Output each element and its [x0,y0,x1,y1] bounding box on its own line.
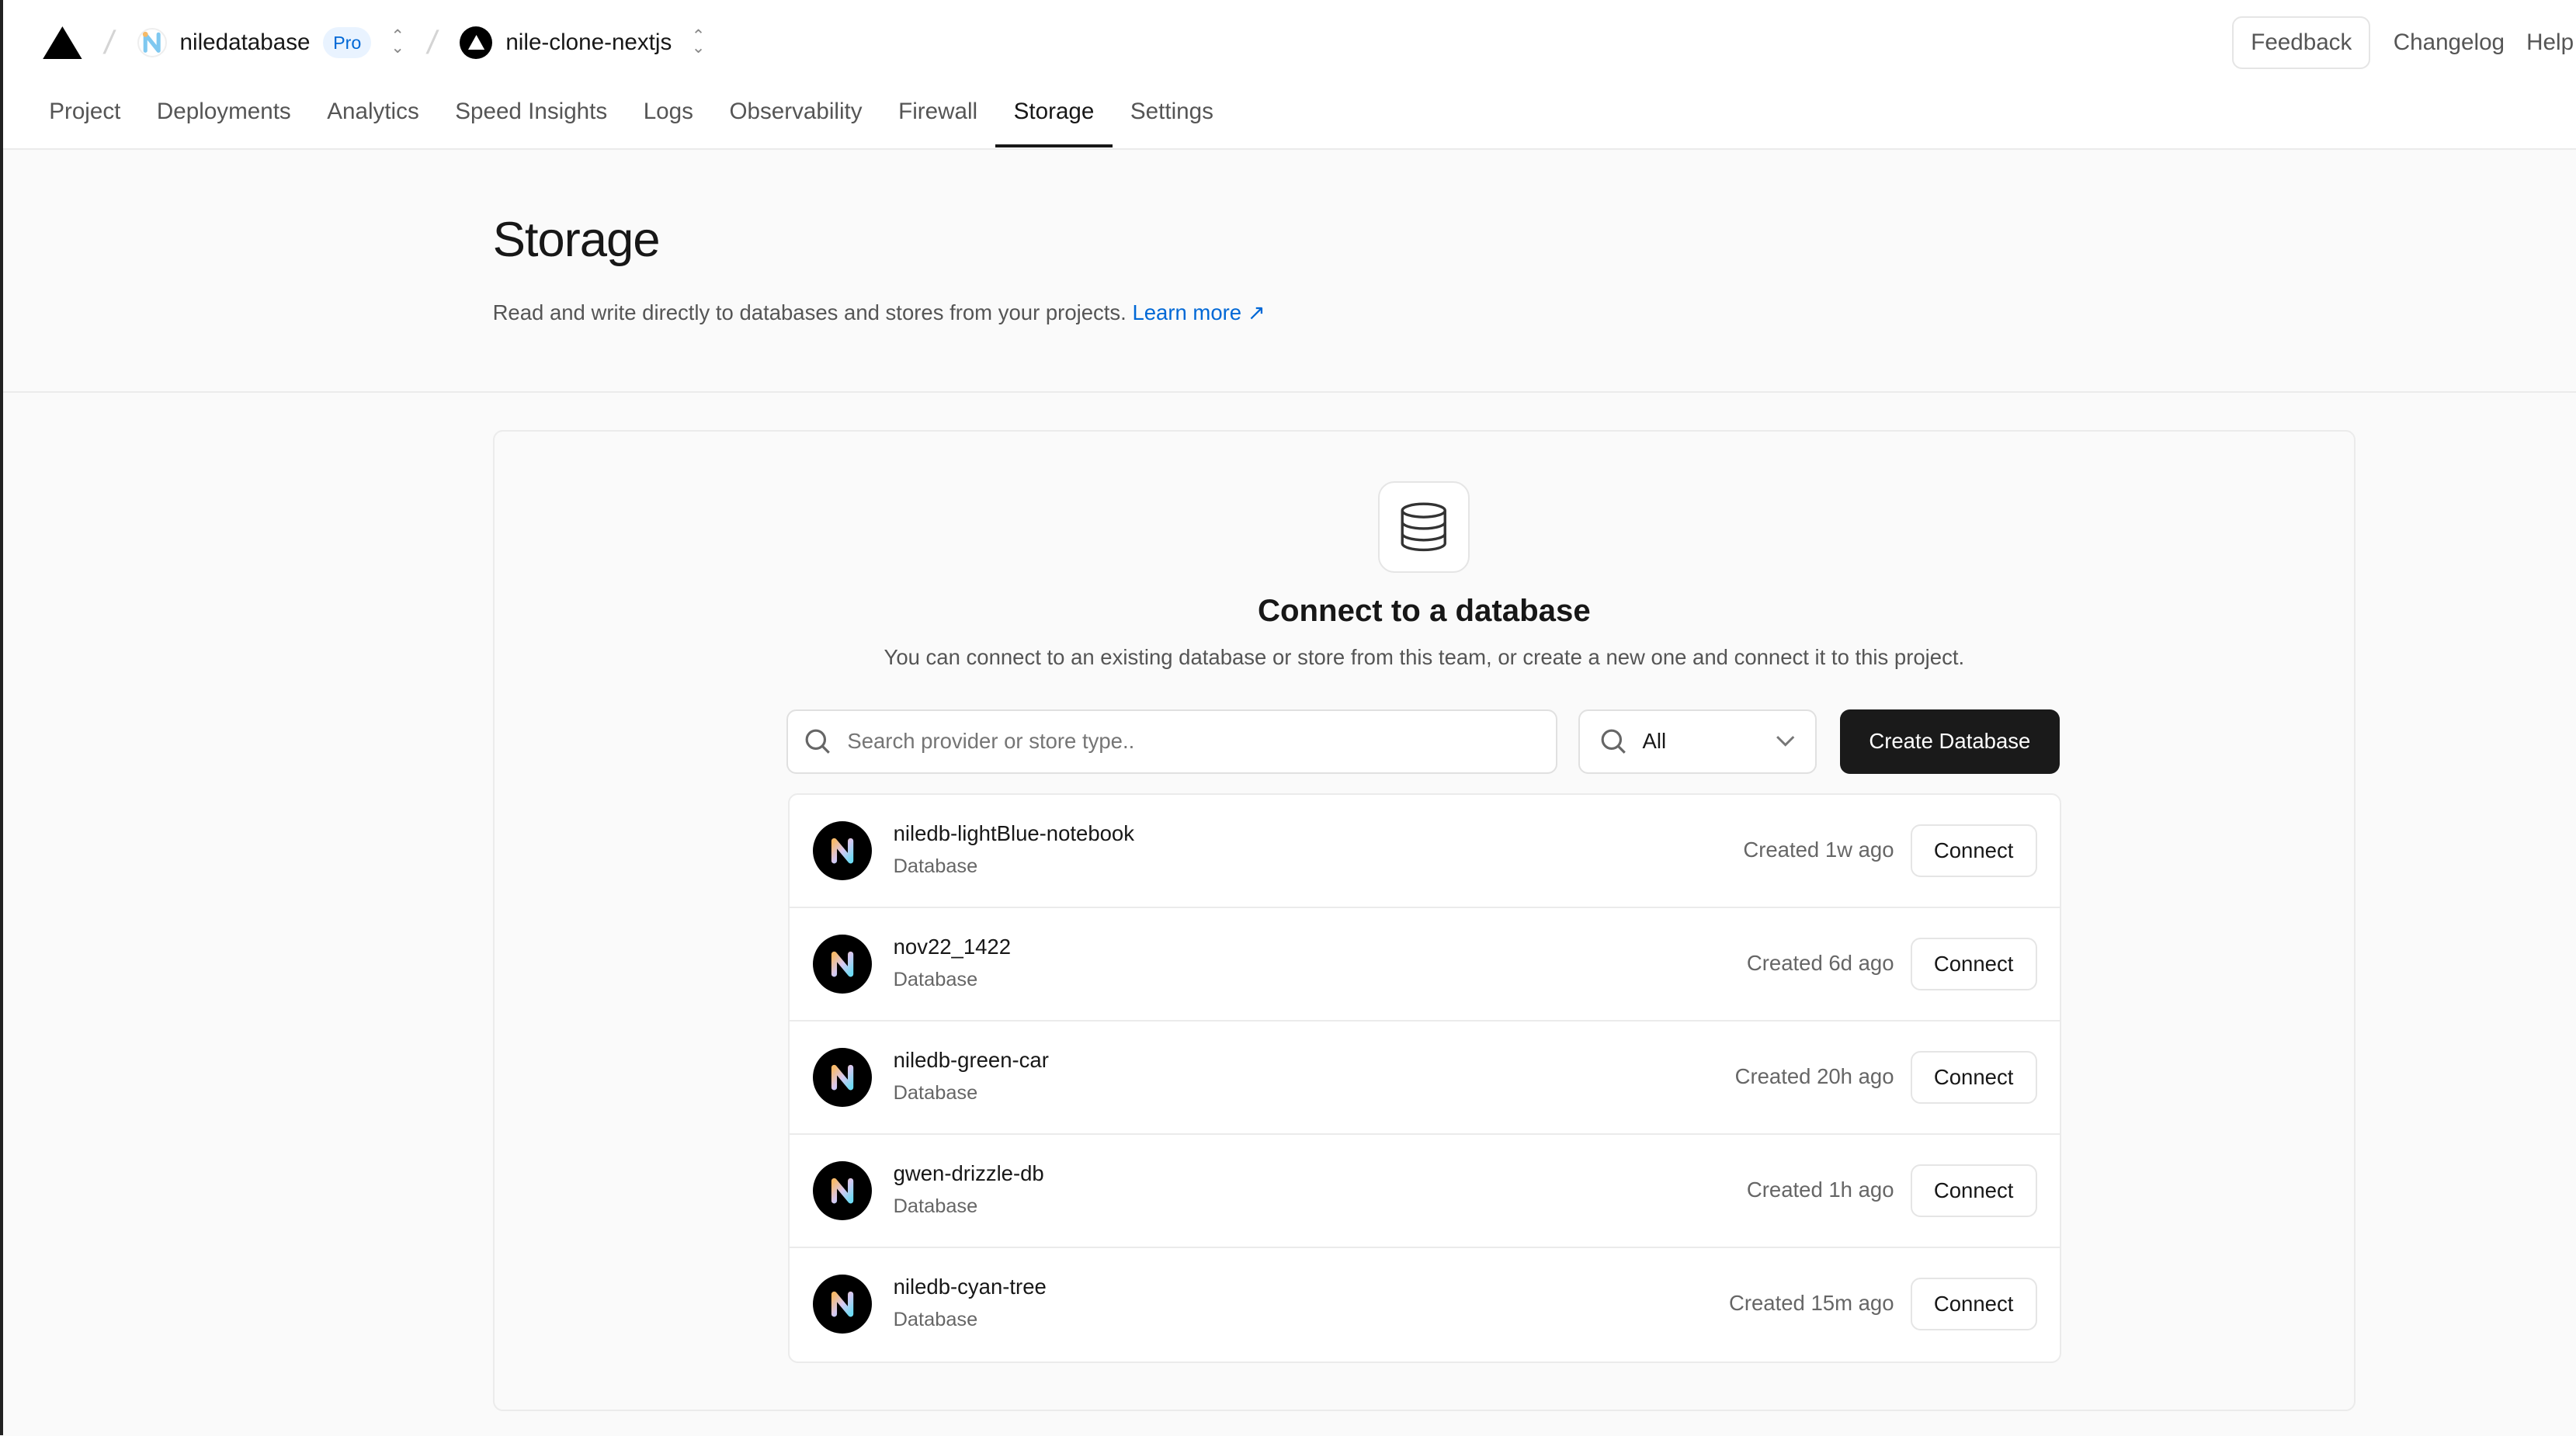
vercel-logo-icon[interactable] [42,26,82,60]
database-icon [1377,480,1470,574]
connect-button[interactable]: Connect [1910,937,2037,990]
database-row: niledb-lightBlue-notebook Database Creat… [790,795,2060,908]
database-row: gwen-drizzle-db Database Created 1h ago … [790,1135,2060,1248]
filter-value: All [1642,729,1667,754]
tab-analytics[interactable]: Analytics [309,99,437,147]
store-type-filter-select[interactable]: All [1578,709,1817,774]
database-type: Database [893,1195,978,1218]
connect-button[interactable]: Connect [1910,1050,2037,1104]
database-name: niledb-green-car [893,1047,1049,1072]
top-header: / niledatabase Pro ⌃ ⌄ / nile-clone-nextj… [3,0,2576,150]
tab-observability[interactable]: Observability [711,99,880,147]
page-description: Read and write directly to databases and… [493,300,1265,325]
nile-logo-icon [812,1160,873,1220]
tab-speed-insights[interactable]: Speed Insights [437,99,625,147]
project-switcher-chevron-icon[interactable]: ⌃ ⌄ [692,28,706,56]
learn-more-label: Learn more [1132,300,1242,325]
database-row: nov22_1422 Database Created 6d ago Conne… [790,908,2060,1022]
help-link[interactable]: Help [2526,29,2574,56]
database-row: niledb-green-car Database Created 20h ag… [790,1022,2060,1135]
tab-logs[interactable]: Logs [625,99,711,147]
tab-storage[interactable]: Storage [995,99,1113,148]
external-link-icon: ↗ [1247,300,1265,325]
database-name: niledb-lightBlue-notebook [893,820,1134,845]
connect-heading: Connect to a database [1257,592,1591,628]
learn-more-link[interactable]: Learn more ↗ [1132,300,1265,324]
team-switcher-chevron-icon[interactable]: ⌃ ⌄ [391,28,404,56]
database-list: niledb-lightBlue-notebook Database Creat… [788,793,2062,1363]
database-type: Database [893,1082,978,1105]
created-time: Created 20h ago [1734,1063,1894,1088]
nile-logo-icon [812,1274,873,1334]
tab-deployments[interactable]: Deployments [139,99,309,147]
changelog-link[interactable]: Changelog [2394,29,2505,56]
page-title: Storage [492,212,661,267]
search-icon [805,729,831,754]
create-database-button[interactable]: Create Database [1839,709,2060,774]
nile-logo-icon [812,934,873,994]
created-time: Created 1w ago [1743,837,1894,862]
breadcrumb: / niledatabase Pro ⌃ ⌄ / nile-clone-nextj… [42,19,706,65]
breadcrumb-separator: / [102,24,118,61]
project-tabs: Project Deployments Analytics Speed Insight… [31,99,1232,148]
app: / niledatabase Pro ⌃ ⌄ / nile-clone-nextj… [0,0,2576,1436]
connect-button[interactable]: Connect [1910,1164,2037,1217]
tab-project[interactable]: Project [31,99,139,147]
chevron-down-icon [1776,735,1795,747]
team-avatar-icon[interactable] [137,27,167,58]
search-input[interactable] [847,729,1556,754]
nile-logo-icon [812,1047,873,1107]
description-text: Read and write directly to databases and… [492,300,1127,325]
database-type: Database [893,1309,978,1331]
database-name: niledb-cyan-tree [893,1274,1047,1299]
tab-firewall[interactable]: Firewall [880,99,996,147]
search-field[interactable] [786,709,1557,774]
connect-database-panel: Connect to a database You can connect to… [492,430,2356,1411]
plan-badge: Pro [323,27,371,58]
connect-button[interactable]: Connect [1910,1277,2037,1330]
database-type: Database [893,969,978,991]
breadcrumb-separator: / [424,24,440,61]
database-row: niledb-cyan-tree Database Created 15m ag… [790,1248,2060,1361]
project-avatar-icon[interactable] [460,26,493,60]
created-time: Created 15m ago [1729,1290,1894,1315]
search-icon [1601,729,1626,754]
page-header: Storage Read and write directly to datab… [3,150,2576,393]
database-name: nov22_1422 [893,934,1012,959]
created-time: Created 6d ago [1746,950,1894,975]
database-name: gwen-drizzle-db [893,1160,1044,1185]
created-time: Created 1h ago [1746,1177,1894,1202]
connect-button[interactable]: Connect [1910,824,2037,877]
connect-subtext: You can connect to an existing database … [884,645,1965,670]
team-name[interactable]: niledatabase [180,29,311,56]
nile-logo-icon [812,820,873,880]
tab-settings[interactable]: Settings [1113,99,1232,147]
project-name[interactable]: nile-clone-nextjs [505,29,672,56]
database-type: Database [893,855,978,878]
feedback-button[interactable]: Feedback [2232,16,2371,69]
